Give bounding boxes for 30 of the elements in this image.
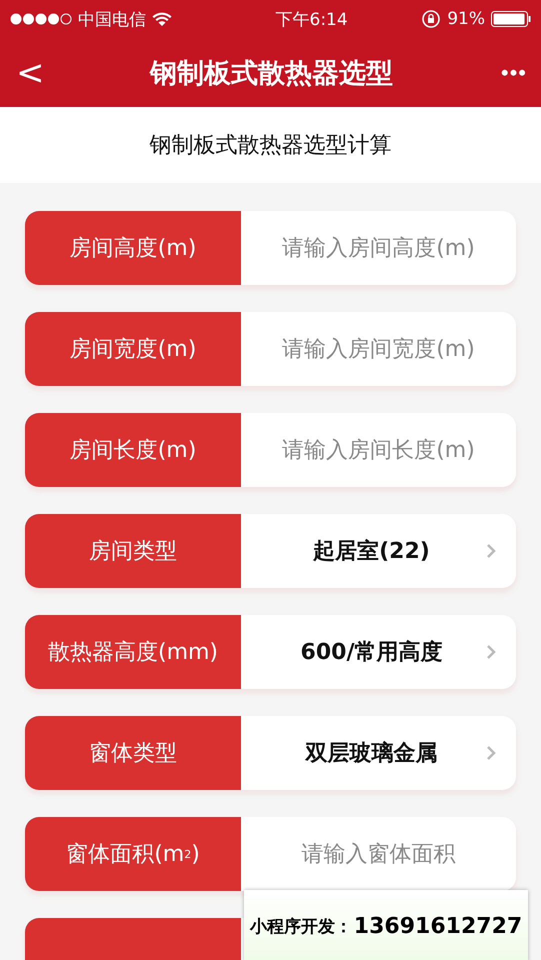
page-title: 钢制板式散热器选型 — [148, 56, 394, 90]
input-field[interactable]: 请输入窗体面积 — [241, 817, 516, 891]
carrier-name: 中国电信 — [78, 8, 146, 30]
field-label: 窗体面积(m$^{2}$) — [25, 817, 241, 891]
chevron-icon — [486, 745, 496, 761]
phone-number: 13691612727 — [354, 914, 522, 938]
field-label: 窗体类型 — [25, 716, 241, 790]
select-field[interactable]: 起居室(22) — [241, 514, 516, 588]
wifi-icon — [152, 12, 172, 26]
battery-icon — [490, 11, 531, 27]
field-label: 房间长度(m) — [25, 413, 241, 487]
banner-label: 小程序开发： — [250, 916, 352, 938]
rotation-lock-icon — [421, 9, 442, 29]
field-label: 房间类型 — [25, 514, 241, 588]
signal-icon — [10, 13, 72, 25]
field-label: 散热器高度(mm) — [25, 615, 241, 689]
select-field[interactable]: 600/常用高度 — [241, 615, 516, 689]
input-field[interactable]: 请输入房间宽度(m) — [241, 312, 516, 386]
select-field[interactable]: 双层玻璃金属 — [241, 716, 516, 790]
chevron-icon — [486, 644, 496, 660]
field-label: 房间高度(m) — [25, 211, 241, 285]
chevron-icon — [486, 543, 496, 559]
field-label: 房间宽度(m) — [25, 312, 241, 386]
clock: 下午6:14 — [276, 8, 348, 30]
section-title: 钢制板式散热器选型计算 — [0, 107, 541, 183]
input-field[interactable]: 请输入房间长度(m) — [241, 413, 516, 487]
input-field[interactable]: 请输入房间高度(m) — [241, 211, 516, 285]
battery-percent: 91% — [447, 9, 485, 29]
back-button[interactable]: < — [16, 52, 86, 92]
more-button[interactable]: ••• — [457, 60, 527, 86]
